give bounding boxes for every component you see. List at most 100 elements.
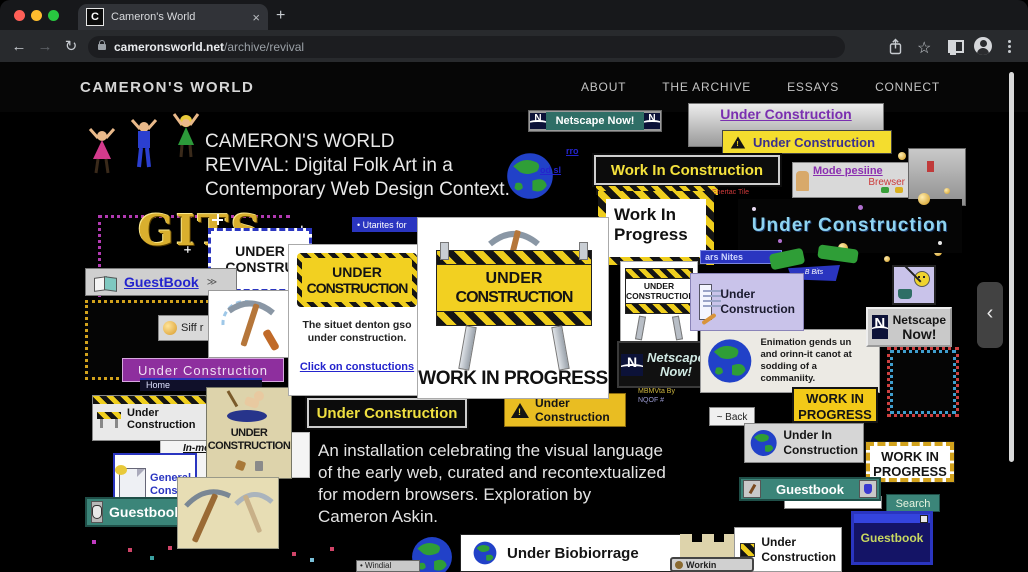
- sign-leg: [671, 315, 684, 341]
- bird-icon: [115, 465, 127, 475]
- site-nav: ABOUT THE ARCHIVE ESSAYS CONNECT: [581, 80, 940, 94]
- green-blob: [817, 244, 859, 264]
- window-label: Guestbook: [860, 531, 924, 545]
- work-in-progress-sign-card: UNDER CONSTRUCTION WORK IN PROGRESS: [417, 217, 609, 399]
- globe-icon: [506, 152, 554, 205]
- community-card: Enimation gends un and orinn-it canot at…: [700, 329, 880, 393]
- link-fragment[interactable]: od sl: [540, 165, 561, 175]
- bookmark-star-icon[interactable]: ☆: [917, 38, 931, 58]
- work-in-progress-box: WORK IN PROGRESS: [792, 387, 878, 423]
- netscape-now-banner[interactable]: N Netscape Now! N: [528, 110, 662, 132]
- button-label: Now!: [660, 363, 692, 379]
- dancer-green-icon: [172, 113, 200, 158]
- mini-icon: [895, 187, 903, 193]
- window-control-icon[interactable]: [920, 514, 928, 523]
- nav-essays[interactable]: ESSAYS: [787, 80, 839, 94]
- forward-icon[interactable]: →: [32, 38, 58, 55]
- text-fragment: Enertac Tile: [712, 189, 749, 196]
- rainbow-frame: [887, 347, 959, 417]
- nav-about[interactable]: ABOUT: [581, 80, 626, 94]
- desc-line: Cameron Askin.: [318, 507, 438, 526]
- glitch-line: NQOF #: [638, 397, 665, 404]
- biobiorrage-banner: Under Biobiorrage: [460, 534, 682, 572]
- window-fragment: [908, 148, 966, 206]
- guestbook-banner[interactable]: Guestbook: [739, 477, 881, 501]
- pixel-decor: [150, 556, 154, 560]
- netscape-now-button[interactable]: N Netscape Now!: [866, 307, 952, 347]
- card-text: sodding of a commaniity.: [760, 361, 817, 384]
- work-in-progress-box: WORK IN PROGRESS: [865, 441, 955, 483]
- tab-close-icon[interactable]: ×: [252, 10, 260, 25]
- digging-under-construction-card: UNDER CONSTRUCTION: [206, 387, 292, 479]
- banner-label: Under In: [783, 428, 832, 442]
- under-construction-card: Under Construction: [92, 395, 212, 441]
- browser-tab[interactable]: C Cameron's World ×: [78, 4, 268, 30]
- reload-icon[interactable]: ↻: [58, 37, 84, 55]
- button-label: Netscape: [647, 349, 705, 365]
- star-dot: [778, 239, 782, 243]
- lock-icon: [98, 40, 106, 50]
- smiley-card: [892, 265, 936, 305]
- tab-title: Cameron's World: [111, 11, 196, 23]
- guestbook-button[interactable]: Guestbook: [85, 497, 187, 527]
- card-label: Under: [761, 534, 796, 549]
- netscape-n-icon: N: [530, 113, 546, 129]
- banner-label: Construction: [720, 302, 795, 316]
- mini-icon: [675, 561, 683, 569]
- globe-icon: [473, 541, 497, 565]
- mouse-icon: [91, 501, 103, 523]
- search-button[interactable]: Search: [886, 494, 940, 512]
- crossed-pickaxes-card: [177, 477, 279, 549]
- sidebar-icon[interactable]: [948, 40, 964, 55]
- under-construction-link[interactable]: Under Construction: [689, 106, 883, 122]
- click-constructions-link[interactable]: Click on constuctions: [300, 361, 414, 373]
- guestbook-window[interactable]: Guestbook: [851, 511, 933, 565]
- gold-dot: [884, 256, 890, 262]
- mode-pesiine-link[interactable]: Mode pesiine: [813, 165, 905, 177]
- nav-connect[interactable]: CONNECT: [875, 80, 940, 94]
- siff-label: Siff r: [181, 322, 204, 334]
- link-fragment[interactable]: rro: [566, 146, 579, 156]
- sign-leg: [458, 325, 477, 371]
- share-icon[interactable]: [888, 38, 903, 60]
- work-in-construction-banner: Work In Construction: [592, 153, 782, 187]
- pickaxe-card: [208, 290, 292, 358]
- banner-label: Guestbook: [776, 481, 844, 497]
- card-text: and orinn-it canot at: [760, 349, 852, 360]
- back-icon[interactable]: ←: [6, 38, 32, 55]
- under-in-construction-banner: Under In Construction: [744, 423, 864, 463]
- browser-window: C Cameron's World × + ← → ↻ cameronsworl…: [0, 0, 1028, 572]
- button-label: Guestbook: [109, 504, 183, 520]
- traffic-lights: [8, 9, 59, 21]
- zoom-window-button[interactable]: [48, 9, 59, 21]
- pixel-decor: [92, 540, 96, 544]
- close-window-button[interactable]: [14, 9, 25, 21]
- profile-avatar[interactable]: [974, 37, 992, 55]
- banner-label: Under: [720, 287, 755, 301]
- star-dot: [938, 241, 942, 245]
- sign-leg: [551, 325, 570, 371]
- banner-label: Under Construction: [751, 215, 949, 236]
- dancer-blue-icon: [130, 119, 158, 168]
- scrollbar-thumb[interactable]: [1009, 72, 1014, 462]
- scroll-left-chevron[interactable]: ‹: [977, 282, 1003, 348]
- browser-menu-icon[interactable]: [1008, 40, 1011, 43]
- new-tab-button[interactable]: +: [276, 7, 285, 25]
- card-label: Construction: [761, 549, 836, 564]
- card-text: The situet denton gso: [302, 319, 412, 331]
- address-bar[interactable]: cameronsworld.net/archive/revival: [88, 36, 845, 58]
- hero-line1: CAMERON'S WORLD: [205, 131, 395, 152]
- site-logo[interactable]: CAMERON'S WORLD: [80, 79, 254, 96]
- pixel-decor: [292, 552, 296, 556]
- desc-line: for modern browsers. Exploration by: [318, 485, 592, 504]
- sign-label: CONSTRUCTION: [306, 280, 409, 296]
- under-construction-notice-card: UNDER CONSTRUCTION The situet denton gso…: [288, 244, 426, 396]
- nav-the-archive[interactable]: THE ARCHIVE: [662, 80, 751, 94]
- tab-favicon: C: [86, 8, 104, 26]
- card-label: Work In: [614, 205, 677, 224]
- dancing-figures: [85, 113, 203, 177]
- minimize-window-button[interactable]: [31, 9, 42, 21]
- barricade-sign: UNDER CONSTRUCTION: [436, 242, 592, 371]
- sign-label: UNDER: [332, 264, 382, 280]
- netscape-n-icon: N: [644, 113, 660, 129]
